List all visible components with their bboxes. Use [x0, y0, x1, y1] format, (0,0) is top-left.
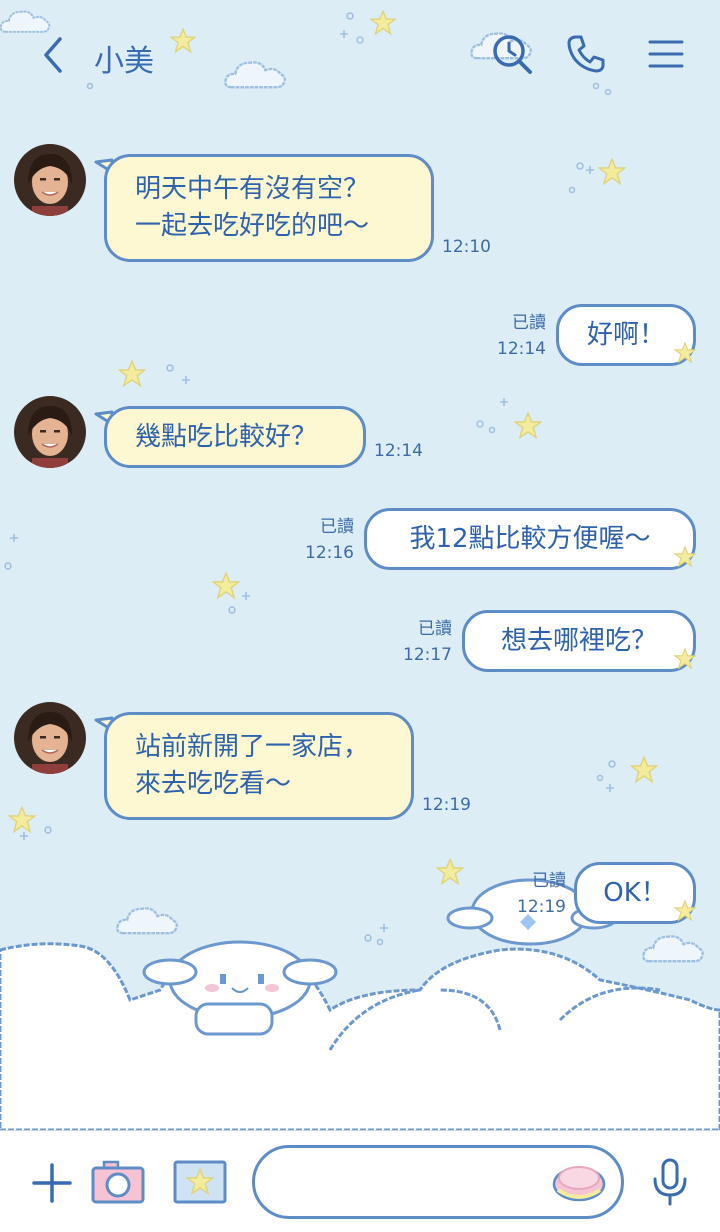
contact-avatar[interactable]	[14, 702, 86, 774]
back-button[interactable]	[30, 30, 76, 80]
search-clock-icon	[493, 35, 532, 74]
message-time: 12:14	[374, 441, 423, 461]
message-bubble-incoming[interactable]: 幾點吃比較好？	[104, 406, 366, 468]
photo-icon	[173, 1160, 227, 1204]
message-time: 12:19	[422, 795, 471, 815]
read-receipt: 已讀	[320, 517, 354, 537]
message-time: 12:19	[517, 897, 566, 917]
message-time: 12:10	[442, 237, 491, 257]
avatar-photo	[14, 144, 86, 216]
add-button[interactable]	[28, 1159, 76, 1207]
sticker-icon	[552, 1166, 606, 1202]
sticker-button[interactable]	[548, 1155, 610, 1207]
message-bubble-outgoing[interactable]: 想去哪裡吃？	[462, 610, 696, 672]
avatar-photo	[14, 702, 86, 774]
camera-icon	[91, 1160, 145, 1204]
message-bubble-outgoing[interactable]: 我12點比較方便喔～	[364, 508, 696, 570]
read-receipt: 已讀	[418, 619, 452, 639]
read-receipt: 已讀	[512, 313, 546, 333]
read-receipt: 已讀	[532, 871, 566, 891]
message-bubble-incoming[interactable]: 站前新開了一家店， 來去吃吃看～	[104, 712, 414, 820]
message-bubble-incoming[interactable]: 明天中午有沒有空？ 一起去吃好吃的吧～	[104, 154, 434, 262]
message-time: 12:17	[403, 645, 452, 665]
avatar-photo	[14, 396, 86, 468]
chat-header: 小美	[0, 0, 720, 110]
plus-icon	[32, 1163, 72, 1203]
contact-avatar[interactable]	[14, 396, 86, 468]
star-icon	[674, 342, 696, 363]
menu-button[interactable]	[640, 28, 692, 80]
photo-button[interactable]	[168, 1153, 232, 1211]
call-button[interactable]	[560, 28, 612, 80]
star-icon	[674, 900, 696, 921]
back-icon	[44, 37, 62, 73]
search-button[interactable]	[486, 28, 538, 80]
chat-title: 小美	[94, 44, 154, 79]
phone-icon	[567, 35, 605, 73]
voice-button[interactable]	[646, 1155, 694, 1209]
message-time: 12:14	[497, 339, 546, 359]
menu-icon	[648, 40, 684, 68]
input-bar	[0, 1130, 720, 1232]
mic-icon	[653, 1158, 687, 1206]
contact-avatar[interactable]	[14, 144, 86, 216]
star-icon	[674, 648, 696, 669]
star-icon	[674, 546, 696, 567]
camera-button[interactable]	[88, 1153, 148, 1211]
message-time: 12:16	[305, 543, 354, 563]
